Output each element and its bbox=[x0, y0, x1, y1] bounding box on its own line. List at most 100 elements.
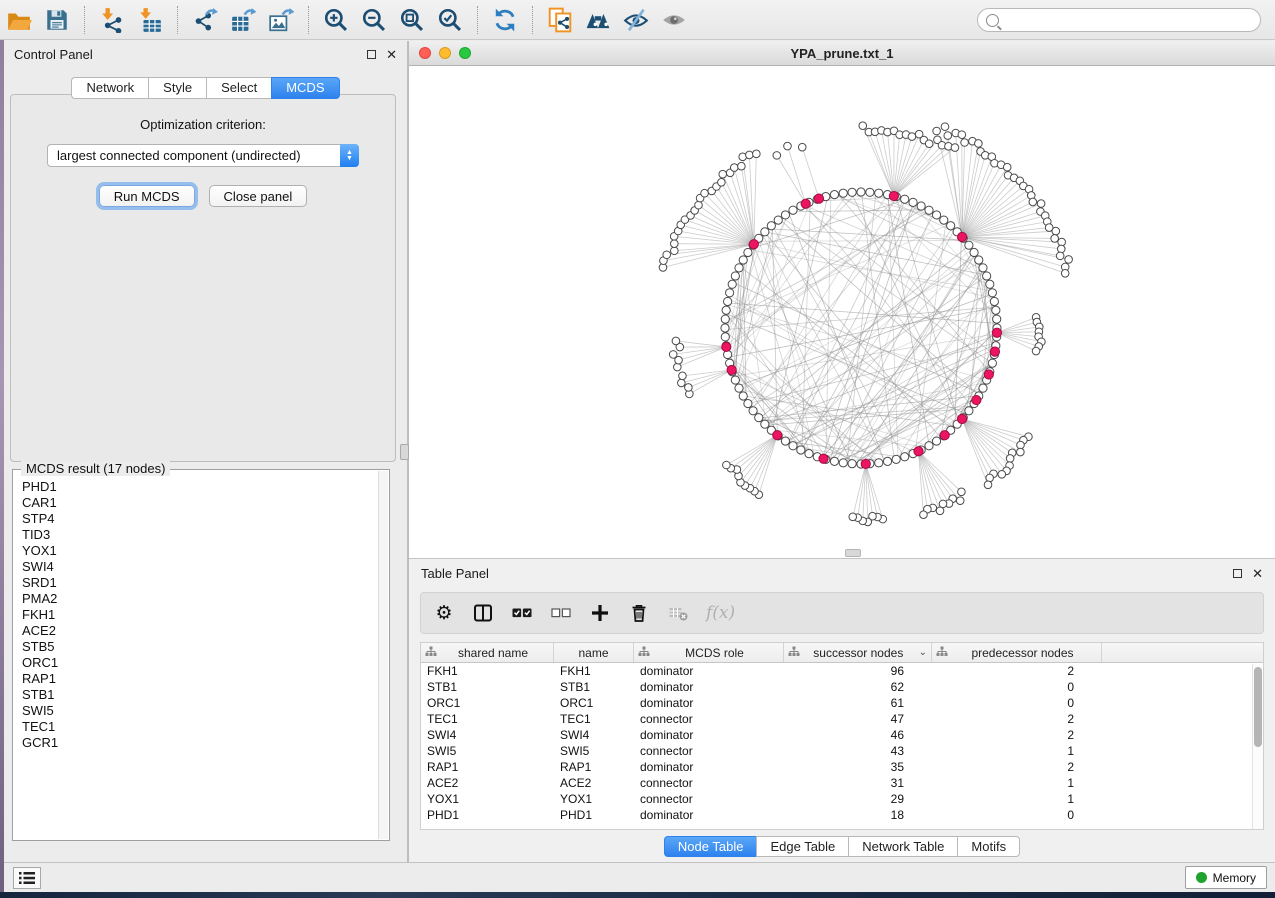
export-image-icon[interactable] bbox=[266, 5, 296, 35]
run-mcds-button[interactable]: Run MCDS bbox=[99, 185, 195, 207]
mcds-result-item[interactable]: SWI4 bbox=[22, 559, 378, 575]
table-cell[interactable]: 2 bbox=[932, 664, 1102, 678]
table-cell[interactable]: 47 bbox=[784, 712, 932, 726]
table-cell[interactable]: dominator bbox=[634, 696, 784, 710]
table-cell[interactable]: 96 bbox=[784, 664, 932, 678]
table-cell[interactable]: RAP1 bbox=[421, 760, 554, 774]
table-cell[interactable]: 62 bbox=[784, 680, 932, 694]
criterion-select[interactable]: largest connected component (undirected)… bbox=[47, 144, 359, 167]
horizontal-splitter-handle[interactable] bbox=[845, 549, 861, 557]
mcds-result-item[interactable]: ORC1 bbox=[22, 655, 378, 671]
table-row[interactable]: ORC1ORC1dominator610 bbox=[421, 695, 1263, 711]
table-cell[interactable]: SWI4 bbox=[554, 728, 634, 742]
table-cell[interactable]: ACE2 bbox=[554, 776, 634, 790]
close-panel-button[interactable]: Close panel bbox=[209, 185, 308, 207]
search-input[interactable] bbox=[1005, 13, 1252, 27]
network-graph[interactable] bbox=[409, 66, 1275, 557]
window-minimize-icon[interactable] bbox=[439, 47, 451, 59]
mcds-result-item[interactable]: TID3 bbox=[22, 527, 378, 543]
table-cell[interactable]: 18 bbox=[784, 808, 932, 822]
table-cell[interactable]: RAP1 bbox=[554, 760, 634, 774]
table-cell[interactable]: FKH1 bbox=[421, 664, 554, 678]
table-cell[interactable]: 29 bbox=[784, 792, 932, 806]
table-cell[interactable]: SWI4 bbox=[421, 728, 554, 742]
table-cell[interactable]: FKH1 bbox=[554, 664, 634, 678]
table-cell[interactable]: SWI5 bbox=[554, 744, 634, 758]
window-close-icon[interactable] bbox=[419, 47, 431, 59]
table-row[interactable]: ACE2ACE2connector311 bbox=[421, 775, 1263, 791]
table-cell[interactable]: STB1 bbox=[554, 680, 634, 694]
table-cell[interactable]: 46 bbox=[784, 728, 932, 742]
table-cell[interactable]: 31 bbox=[784, 776, 932, 790]
zoom-in-icon[interactable] bbox=[321, 5, 351, 35]
zoom-selected-icon[interactable] bbox=[435, 5, 465, 35]
tab-network[interactable]: Network bbox=[71, 77, 148, 99]
mcds-result-item[interactable]: GCR1 bbox=[22, 735, 378, 751]
column-header-name[interactable]: name bbox=[554, 643, 634, 662]
table-cell[interactable]: SWI5 bbox=[421, 744, 554, 758]
table-cell[interactable]: connector bbox=[634, 776, 784, 790]
table-cell[interactable]: connector bbox=[634, 744, 784, 758]
tab-motifs[interactable]: Motifs bbox=[957, 836, 1020, 857]
table-cell[interactable]: 43 bbox=[784, 744, 932, 758]
table-cell[interactable]: PHD1 bbox=[554, 808, 634, 822]
table-row[interactable]: SWI5SWI5connector431 bbox=[421, 743, 1263, 759]
tab-style[interactable]: Style bbox=[148, 77, 206, 99]
table-row[interactable]: FKH1FKH1dominator962 bbox=[421, 663, 1263, 679]
mcds-result-item[interactable]: STP4 bbox=[22, 511, 378, 527]
import-public-network-icon[interactable] bbox=[545, 5, 575, 35]
mcds-result-item[interactable]: PMA2 bbox=[22, 591, 378, 607]
table-cell[interactable]: dominator bbox=[634, 664, 784, 678]
table-cell[interactable]: dominator bbox=[634, 808, 784, 822]
mcds-result-item[interactable]: RAP1 bbox=[22, 671, 378, 687]
table-cell[interactable]: ORC1 bbox=[554, 696, 634, 710]
export-table-icon[interactable] bbox=[228, 5, 258, 35]
table-cell[interactable]: YOX1 bbox=[554, 792, 634, 806]
table-cell[interactable]: STB1 bbox=[421, 680, 554, 694]
hide-annotations-icon[interactable] bbox=[621, 5, 651, 35]
table-cell[interactable]: 1 bbox=[932, 776, 1102, 790]
mcds-result-item[interactable]: YOX1 bbox=[22, 543, 378, 559]
mcds-result-item[interactable]: PHD1 bbox=[22, 479, 378, 495]
search-network-icon[interactable] bbox=[583, 5, 613, 35]
tab-network-table[interactable]: Network Table bbox=[848, 836, 957, 857]
table-row[interactable]: RAP1RAP1dominator352 bbox=[421, 759, 1263, 775]
import-table-icon[interactable] bbox=[135, 5, 165, 35]
table-cell[interactable]: 1 bbox=[932, 792, 1102, 806]
mcds-result-item[interactable]: TEC1 bbox=[22, 719, 378, 735]
show-graphics-details-icon[interactable] bbox=[659, 5, 689, 35]
search-box[interactable] bbox=[977, 8, 1261, 32]
column-header-successor-nodes[interactable]: successor nodes⌄ bbox=[784, 643, 932, 662]
window-maximize-icon[interactable] bbox=[459, 47, 471, 59]
table-cell[interactable]: dominator bbox=[634, 680, 784, 694]
create-column-icon[interactable] bbox=[589, 602, 611, 624]
mcds-result-item[interactable]: STB5 bbox=[22, 639, 378, 655]
table-scrollbar-thumb[interactable] bbox=[1254, 667, 1262, 747]
import-network-icon[interactable] bbox=[97, 5, 127, 35]
mcds-result-item[interactable]: ACE2 bbox=[22, 623, 378, 639]
table-scrollbar[interactable] bbox=[1252, 664, 1263, 829]
mcds-result-item[interactable]: CAR1 bbox=[22, 495, 378, 511]
table-cell[interactable]: dominator bbox=[634, 760, 784, 774]
table-cell[interactable]: 0 bbox=[932, 696, 1102, 710]
network-graph-canvas[interactable] bbox=[409, 66, 1275, 557]
zoom-out-icon[interactable] bbox=[359, 5, 389, 35]
close-panel-icon[interactable]: ✕ bbox=[1252, 567, 1263, 580]
table-cell[interactable]: PHD1 bbox=[421, 808, 554, 822]
open-file-icon[interactable] bbox=[4, 5, 34, 35]
tab-mcds[interactable]: MCDS bbox=[271, 77, 339, 99]
table-options-icon[interactable]: ⚙ bbox=[433, 602, 455, 624]
table-cell[interactable]: TEC1 bbox=[421, 712, 554, 726]
mcds-result-item[interactable]: SWI5 bbox=[22, 703, 378, 719]
table-cell[interactable]: 0 bbox=[932, 680, 1102, 694]
refresh-icon[interactable] bbox=[490, 5, 520, 35]
column-header-MCDS-role[interactable]: MCDS role bbox=[634, 643, 784, 662]
table-cell[interactable]: dominator bbox=[634, 728, 784, 742]
table-cell[interactable]: ORC1 bbox=[421, 696, 554, 710]
column-header-shared-name[interactable]: shared name bbox=[421, 643, 554, 662]
table-row[interactable]: STB1STB1dominator620 bbox=[421, 679, 1263, 695]
table-cell[interactable]: 35 bbox=[784, 760, 932, 774]
table-cell[interactable]: ACE2 bbox=[421, 776, 554, 790]
float-panel-icon[interactable] bbox=[367, 50, 376, 59]
table-row[interactable]: SWI4SWI4dominator462 bbox=[421, 727, 1263, 743]
